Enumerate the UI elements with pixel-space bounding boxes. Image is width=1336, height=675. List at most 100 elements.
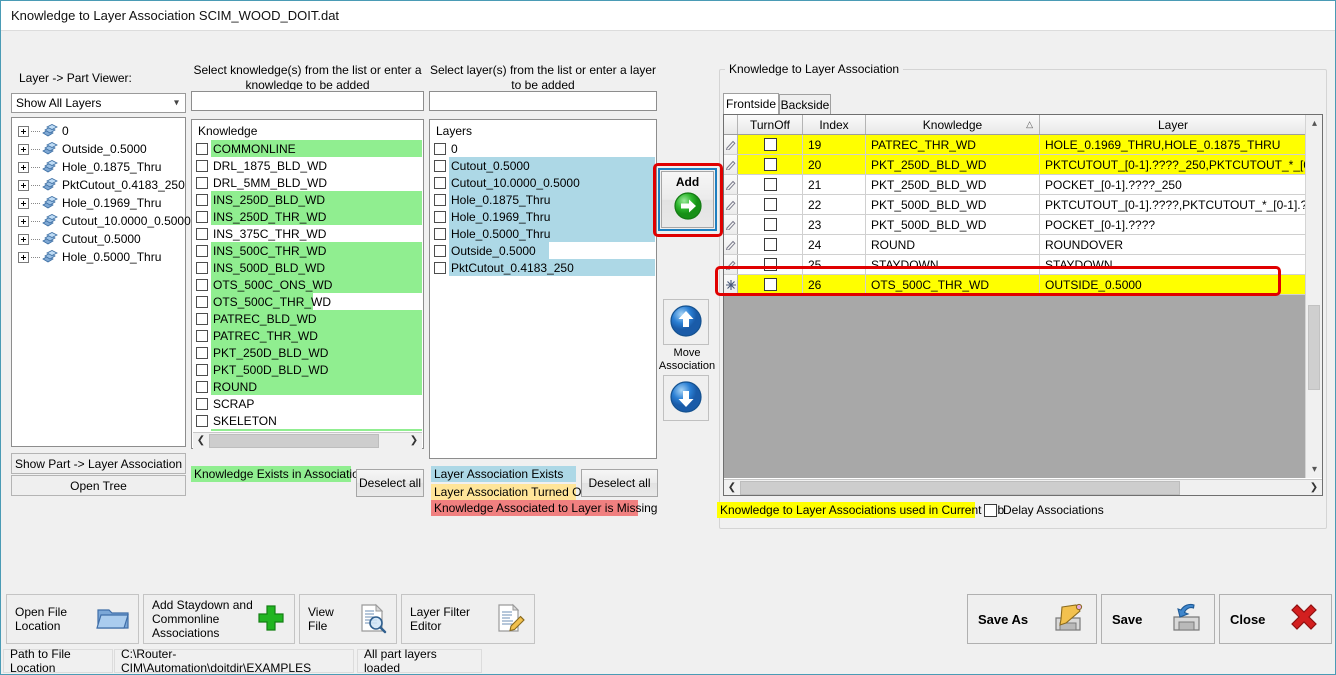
view-file-button[interactable]: View File (299, 594, 397, 644)
move-association-down-button[interactable] (663, 375, 709, 421)
layer-item[interactable]: Hole_0.1875_Thru (431, 191, 655, 208)
close-button[interactable]: Close (1219, 594, 1332, 644)
knowledge-item-checkbox[interactable] (196, 414, 208, 427)
datagrid-layer-cell[interactable]: OUTSIDE_0.5000 (1040, 275, 1307, 294)
turnoff-checkbox[interactable] (763, 218, 777, 231)
open-tree-button[interactable]: Open Tree (11, 475, 186, 496)
turnoff-checkbox[interactable] (763, 238, 777, 251)
datagrid-turnoff-cell[interactable] (738, 155, 803, 174)
tab-frontside[interactable]: Frontside (723, 93, 779, 114)
association-datagrid[interactable]: TurnOff Index Knowledge △ Layer 19 PATREC_THR… (723, 114, 1323, 496)
add-association-button[interactable]: Add (661, 171, 714, 228)
knowledge-deselect-all-button[interactable]: Deselect all (356, 469, 424, 497)
knowledge-item[interactable]: PKT_500D_BLD_WD (193, 361, 422, 378)
knowledge-checklist[interactable]: COMMONLINE DRL_1875_BLD_WD DRL_5MM_BLD_WD I… (193, 140, 422, 431)
save-button[interactable]: Save (1101, 594, 1215, 644)
datagrid-turnoff-cell[interactable] (738, 255, 803, 274)
datagrid-row[interactable]: 20 PKT_250D_BLD_WD PKTCUTOUT_[0-1].????_25… (724, 155, 1322, 175)
datagrid-layer-cell[interactable]: PKTCUTOUT_[0-1].????,PKTCUTOUT_*_[0-1].?… (1040, 195, 1307, 214)
datagrid-knowledge-cell[interactable]: PKT_250D_BLD_WD (866, 175, 1040, 194)
save-as-button[interactable]: Save As (967, 594, 1097, 644)
datagrid-header-index[interactable]: Index (803, 115, 866, 134)
datagrid-body[interactable]: 19 PATREC_THR_WD HOLE_0.1969_THRU,HOLE_0.1… (724, 135, 1322, 295)
layer-item[interactable]: Hole_0.1969_Thru (431, 208, 655, 225)
chevron-left-icon[interactable]: ❮ (724, 479, 740, 495)
tree-expand-icon[interactable] (18, 125, 29, 137)
layer-filter-editor-button[interactable]: Layer Filter Editor (401, 594, 535, 644)
open-file-location-button[interactable]: Open File Location (6, 594, 139, 644)
tab-backside[interactable]: Backside (779, 94, 831, 114)
datagrid-row[interactable]: 23 PKT_500D_BLD_WD POCKET_[0-1].???? (724, 215, 1322, 235)
chevron-right-icon[interactable]: ❯ (1306, 479, 1322, 495)
datagrid-knowledge-cell[interactable]: PKT_500D_BLD_WD (866, 215, 1040, 234)
tree-node-4[interactable]: Hole_0.1969_Thru (18, 194, 185, 212)
chevron-right-icon[interactable]: ❯ (406, 432, 422, 449)
layer-item[interactable]: Cutout_10.0000_0.5000 (431, 174, 655, 191)
knowledge-hscrollbar[interactable]: ❮ ❯ (193, 432, 422, 449)
tree-node-7[interactable]: Hole_0.5000_Thru (18, 248, 185, 266)
tree-node-2[interactable]: Hole_0.1875_Thru (18, 158, 185, 176)
layers-input[interactable] (428, 90, 658, 112)
datagrid-knowledge-cell[interactable]: STAYDOWN (866, 255, 1040, 274)
knowledge-item-checkbox[interactable] (196, 346, 208, 359)
datagrid-header-knowledge[interactable]: Knowledge △ (866, 115, 1040, 134)
tree-node-6[interactable]: Cutout_0.5000 (18, 230, 185, 248)
datagrid-index-cell[interactable]: 23 (803, 215, 866, 234)
layer-tree-view[interactable]: 0 Outside_0.5000 Hole_0.1875_Thru PktCutout… (11, 117, 191, 447)
knowledge-hscroll-thumb[interactable] (209, 433, 379, 448)
tree-expand-icon[interactable] (18, 143, 29, 155)
layer-item[interactable]: Hole_0.5000_Thru (431, 225, 655, 242)
datagrid-turnoff-cell[interactable] (738, 235, 803, 254)
datagrid-index-cell[interactable]: 20 (803, 155, 866, 174)
knowledge-item-checkbox[interactable] (196, 295, 208, 308)
datagrid-row[interactable]: 24 ROUND ROUNDOVER (724, 235, 1322, 255)
datagrid-index-cell[interactable]: 22 (803, 195, 866, 214)
knowledge-hscroll-track[interactable] (209, 432, 406, 449)
show-part-layer-association-button[interactable]: Show Part -> Layer Association (11, 453, 186, 474)
knowledge-item-checkbox[interactable] (196, 210, 208, 223)
datagrid-header-turnoff[interactable]: TurnOff (738, 115, 803, 134)
knowledge-item[interactable]: INS_500C_THR_WD (193, 242, 422, 259)
layer-item-checkbox[interactable] (434, 142, 446, 155)
chevron-left-icon[interactable]: ❮ (193, 432, 209, 449)
layer-item-checkbox[interactable] (434, 244, 446, 257)
knowledge-item[interactable]: DRL_5MM_BLD_WD (193, 174, 422, 191)
datagrid-index-cell[interactable]: 21 (803, 175, 866, 194)
knowledge-item-checkbox[interactable] (196, 380, 208, 393)
datagrid-turnoff-cell[interactable] (738, 275, 803, 294)
datagrid-knowledge-cell[interactable]: ROUND (866, 235, 1040, 254)
datagrid-hscroll-thumb[interactable] (740, 480, 1180, 495)
datagrid-knowledge-cell[interactable]: PKT_250D_BLD_WD (866, 155, 1040, 174)
datagrid-turnoff-cell[interactable] (738, 175, 803, 194)
knowledge-item[interactable]: COMMONLINE (193, 140, 422, 157)
knowledge-item[interactable]: PATREC_BLD_WD (193, 310, 422, 327)
datagrid-knowledge-cell[interactable]: PATREC_THR_WD (866, 135, 1040, 154)
datagrid-layer-cell[interactable]: HOLE_0.1969_THRU,HOLE_0.1875_THRU (1040, 135, 1307, 154)
delay-associations-checkbox[interactable] (984, 503, 997, 517)
layer-item[interactable]: 0 (431, 140, 655, 157)
layers-deselect-all-button[interactable]: Deselect all (581, 469, 658, 497)
knowledge-item-checkbox[interactable] (196, 159, 208, 172)
layer-item-checkbox[interactable] (434, 210, 446, 223)
knowledge-item[interactable]: INS_250D_BLD_WD (193, 191, 422, 208)
datagrid-index-cell[interactable]: 24 (803, 235, 866, 254)
layer-item-checkbox[interactable] (434, 227, 446, 240)
datagrid-index-cell[interactable]: 25 (803, 255, 866, 274)
add-staydown-commonline-button[interactable]: Add Staydown and Commonline Associations (143, 594, 295, 644)
tree-node-0[interactable]: 0 (18, 122, 185, 140)
chevron-up-icon[interactable]: ▴ (1306, 115, 1322, 132)
knowledge-item-checkbox[interactable] (196, 329, 208, 342)
tree-expand-icon[interactable] (18, 161, 29, 173)
knowledge-item[interactable]: OTS_500C_THR_WD (193, 293, 422, 310)
tree-expand-icon[interactable] (18, 197, 29, 209)
knowledge-item[interactable]: STAYDOWN (193, 429, 422, 431)
knowledge-item-checkbox[interactable] (196, 142, 208, 155)
knowledge-item[interactable]: INS_250D_THR_WD (193, 208, 422, 225)
delay-associations-checkbox-group[interactable]: Delay Associations (984, 503, 1104, 517)
knowledge-item[interactable]: INS_375C_THR_WD (193, 225, 422, 242)
turnoff-checkbox[interactable] (763, 158, 777, 171)
knowledge-item-checkbox[interactable] (196, 397, 208, 410)
datagrid-index-cell[interactable]: 26 (803, 275, 866, 294)
move-association-up-button[interactable] (663, 299, 709, 345)
tree-node-1[interactable]: Outside_0.5000 (18, 140, 185, 158)
